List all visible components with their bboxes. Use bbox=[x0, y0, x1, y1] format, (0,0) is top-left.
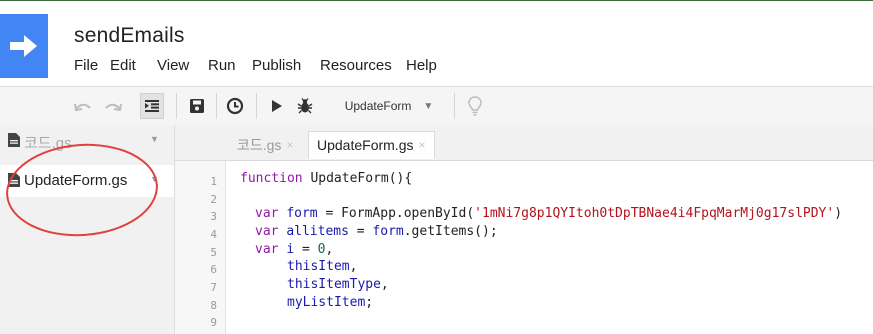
menu-resources[interactable]: Resources bbox=[320, 57, 392, 74]
code-line: var allitems = form.getItems(); bbox=[255, 223, 498, 241]
line-number: 6 bbox=[210, 263, 217, 276]
code-token: .getItems(); bbox=[403, 224, 498, 239]
code-token: thisItemType bbox=[287, 277, 381, 292]
line-number: 5 bbox=[210, 246, 217, 259]
save-icon[interactable] bbox=[186, 93, 208, 119]
code-token: , bbox=[380, 277, 389, 292]
code-token: var bbox=[255, 224, 287, 239]
code-line: var i = 0, bbox=[255, 241, 333, 259]
code-token: UpdateForm(){ bbox=[310, 171, 413, 186]
apps-script-logo[interactable] bbox=[0, 14, 48, 78]
chevron-down-icon: ▼ bbox=[423, 100, 434, 112]
menu-file[interactable]: File bbox=[74, 57, 98, 74]
menu-help[interactable]: Help bbox=[406, 57, 437, 74]
code-token: ; bbox=[365, 295, 374, 310]
line-number: 2 bbox=[210, 193, 217, 206]
file-item-updateform-gs[interactable]: UpdateForm.gs ▼ bbox=[0, 165, 174, 197]
file-name: UpdateForm.gs bbox=[24, 172, 128, 189]
tab-updateform-gs[interactable]: UpdateForm.gs × bbox=[308, 131, 435, 159]
toolbar-separator bbox=[454, 93, 455, 119]
redo-icon[interactable] bbox=[102, 93, 124, 119]
code-token: , bbox=[349, 259, 358, 274]
code-token: = bbox=[348, 224, 373, 239]
code-token: function bbox=[240, 171, 311, 186]
menu-publish[interactable]: Publish bbox=[252, 57, 301, 74]
menu-edit[interactable]: Edit bbox=[110, 57, 136, 74]
code-token: myListItem bbox=[287, 295, 366, 310]
line-number: 4 bbox=[210, 228, 217, 241]
file-item-code-gs[interactable]: 코드.gs ▼ bbox=[0, 125, 174, 157]
code-token: '1mNi7g8p1QYItoh0tDpTBNae4i4FpqMarMj0g17… bbox=[474, 206, 835, 221]
code-token: var bbox=[255, 242, 287, 257]
lightbulb-icon[interactable] bbox=[464, 93, 486, 119]
triggers-clock-icon[interactable] bbox=[224, 93, 246, 119]
debug-bug-icon[interactable] bbox=[294, 93, 316, 119]
file-list-panel: 코드.gs ▼ UpdateForm.gs ▼ bbox=[0, 125, 175, 334]
undo-icon[interactable] bbox=[72, 93, 94, 119]
line-number: 3 bbox=[210, 210, 217, 223]
tab-label: UpdateForm.gs bbox=[317, 137, 414, 153]
code-token: form bbox=[372, 224, 404, 239]
code-token: allitems bbox=[286, 224, 349, 239]
code-line: thisItem, bbox=[287, 258, 357, 276]
close-icon[interactable]: × bbox=[286, 138, 293, 152]
indent-icon[interactable] bbox=[140, 93, 164, 119]
code-token: thisItem bbox=[287, 259, 350, 274]
close-icon[interactable]: × bbox=[418, 138, 425, 152]
line-number: 1 bbox=[210, 175, 217, 188]
menu-run[interactable]: Run bbox=[208, 57, 236, 74]
function-select[interactable]: UpdateForm ▼ bbox=[334, 93, 444, 119]
function-select-label: UpdateForm bbox=[344, 99, 412, 113]
file-icon bbox=[8, 133, 20, 152]
code-token: = bbox=[294, 242, 318, 257]
code-line: thisItemType, bbox=[287, 276, 389, 294]
file-icon bbox=[8, 173, 20, 192]
file-name: 코드.gs bbox=[24, 135, 72, 152]
code-line: myListItem; bbox=[287, 294, 373, 312]
tab-label: 코드.gs bbox=[237, 137, 282, 153]
arrow-right-icon bbox=[10, 35, 37, 57]
code-token: , bbox=[325, 242, 334, 257]
code-token: form bbox=[286, 206, 318, 221]
toolbar: UpdateForm ▼ bbox=[0, 86, 873, 126]
toolbar-separator bbox=[176, 93, 177, 119]
chevron-down-icon[interactable]: ▼ bbox=[150, 174, 159, 184]
code-token: var bbox=[255, 206, 287, 221]
line-number-gutter: 1 2 3 4 5 6 7 8 9 bbox=[175, 161, 226, 334]
chevron-down-icon[interactable]: ▼ bbox=[150, 134, 159, 144]
code-token: = FormApp.openById( bbox=[317, 206, 475, 221]
code-token: ) bbox=[834, 206, 843, 221]
editor-tab-bar: 코드.gs × UpdateForm.gs × bbox=[175, 125, 873, 161]
top-border bbox=[0, 0, 873, 1]
toolbar-separator bbox=[256, 93, 257, 119]
line-number: 8 bbox=[210, 299, 217, 312]
menu-view[interactable]: View bbox=[157, 57, 189, 74]
project-title[interactable]: sendEmails bbox=[74, 24, 185, 48]
line-number: 9 bbox=[210, 316, 217, 329]
code-token: i bbox=[286, 242, 295, 257]
run-play-icon[interactable] bbox=[268, 93, 286, 119]
toolbar-separator bbox=[216, 93, 217, 119]
code-line: function UpdateForm(){ bbox=[240, 170, 412, 188]
code-line: var form = FormApp.openById('1mNi7g8p1QY… bbox=[255, 205, 842, 223]
tab-code-gs[interactable]: 코드.gs × bbox=[229, 131, 301, 159]
line-number: 7 bbox=[210, 281, 217, 294]
